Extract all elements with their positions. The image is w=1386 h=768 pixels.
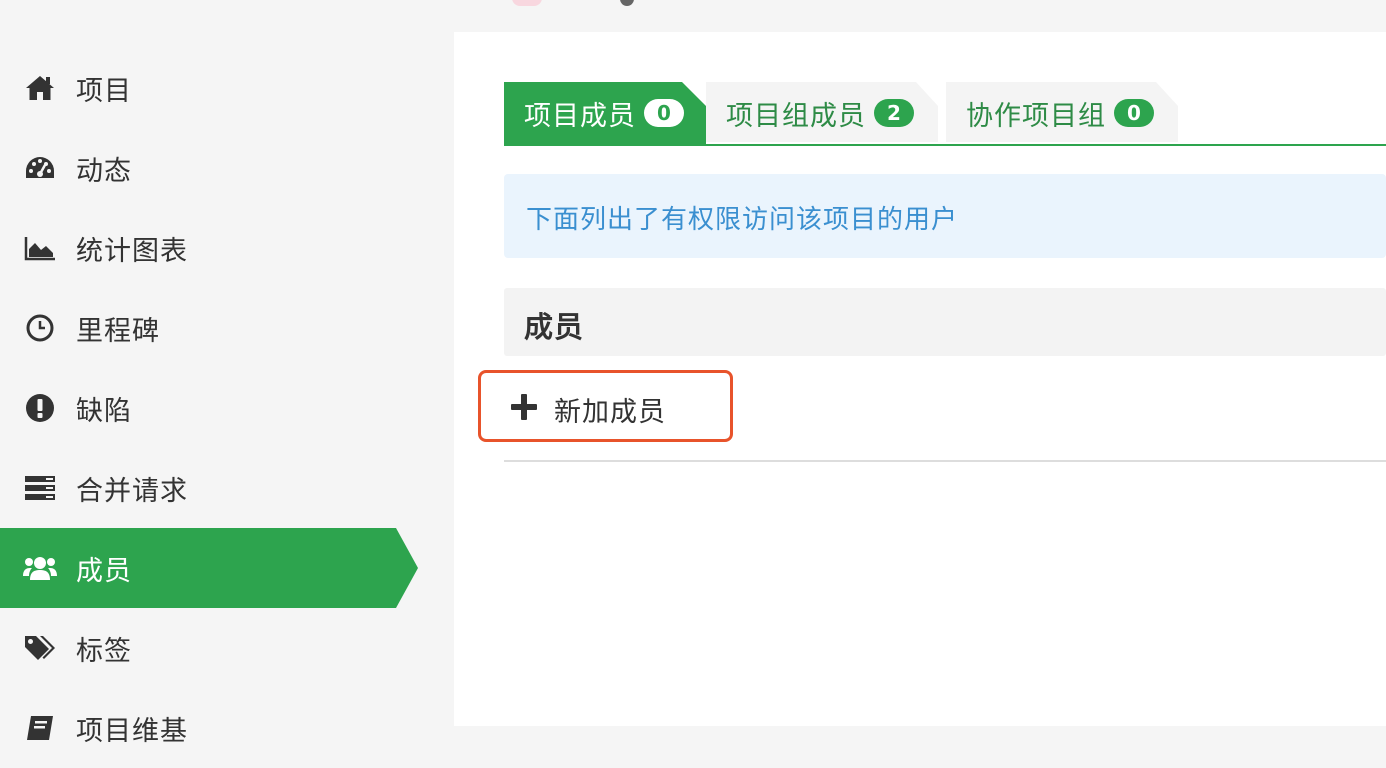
count-badge: 0 [644, 99, 684, 127]
book-icon [23, 711, 57, 745]
sidebar-item-activity[interactable]: 动态 [0, 128, 454, 208]
main-content: 项目成员 0 项目组成员 2 协作项目组 0 下面列出了有权限访问该项目的用户 … [454, 32, 1386, 726]
top-bar-avatar-fragment [512, 0, 542, 6]
sidebar-item-milestones[interactable]: 里程碑 [0, 288, 454, 368]
sidebar-item-label: 项目维基 [76, 715, 188, 747]
tab-label: 协作项目组 [966, 100, 1106, 132]
tab-label: 项目成员 [524, 100, 636, 132]
sidebar-item-wiki[interactable]: 项目维基 [0, 688, 454, 768]
count-badge: 2 [874, 99, 914, 127]
count-badge: 0 [1114, 99, 1154, 127]
sidebar: 项目 动态 统计图表 里程碑 缺陷 合并请求 成员 标签 项目维基 [0, 32, 454, 747]
tab-group-members[interactable]: 项目组成员 2 [706, 82, 938, 144]
sidebar-item-label: 里程碑 [76, 315, 160, 347]
dashboard-icon [23, 151, 57, 185]
sidebar-item-project[interactable]: 项目 [0, 48, 454, 128]
add-member-button[interactable]: 新加成员 [478, 370, 733, 442]
member-tabs: 项目成员 0 项目组成员 2 协作项目组 0 [504, 82, 1386, 146]
clock-icon [23, 311, 57, 345]
tab-shared-groups[interactable]: 协作项目组 0 [946, 82, 1178, 144]
exclamation-circle-icon [23, 391, 57, 425]
sidebar-item-label: 标签 [76, 635, 132, 667]
sidebar-item-label: 统计图表 [76, 235, 188, 267]
sidebar-item-label: 合并请求 [76, 475, 188, 507]
section-title: 成员 [524, 310, 585, 344]
sidebar-item-issues[interactable]: 缺陷 [0, 368, 454, 448]
area-chart-icon [23, 231, 57, 265]
active-item-background [0, 528, 418, 608]
tags-icon [23, 631, 57, 665]
tab-project-members[interactable]: 项目成员 0 [504, 82, 706, 144]
info-notice: 下面列出了有权限访问该项目的用户 [504, 174, 1386, 258]
tab-label: 项目组成员 [726, 100, 866, 132]
info-text: 下面列出了有权限访问该项目的用户 [526, 205, 959, 235]
top-bar-icon-fragment [620, 0, 634, 6]
sidebar-item-members[interactable]: 成员 [0, 528, 418, 608]
top-bar [0, 0, 1386, 32]
sidebar-item-label: 成员 [76, 555, 132, 587]
sidebar-item-label: 动态 [76, 155, 132, 187]
divider [504, 460, 1386, 462]
merge-request-icon [23, 471, 57, 505]
sidebar-item-label: 缺陷 [76, 395, 132, 427]
plus-icon [511, 394, 537, 420]
users-icon [23, 551, 57, 585]
sidebar-item-merge-requests[interactable]: 合并请求 [0, 448, 454, 528]
sidebar-item-label: 项目 [76, 75, 132, 107]
home-icon [23, 71, 57, 105]
members-section-header: 成员 [504, 288, 1386, 356]
add-member-label: 新加成员 [554, 397, 666, 428]
sidebar-item-labels[interactable]: 标签 [0, 608, 454, 688]
sidebar-item-charts[interactable]: 统计图表 [0, 208, 454, 288]
